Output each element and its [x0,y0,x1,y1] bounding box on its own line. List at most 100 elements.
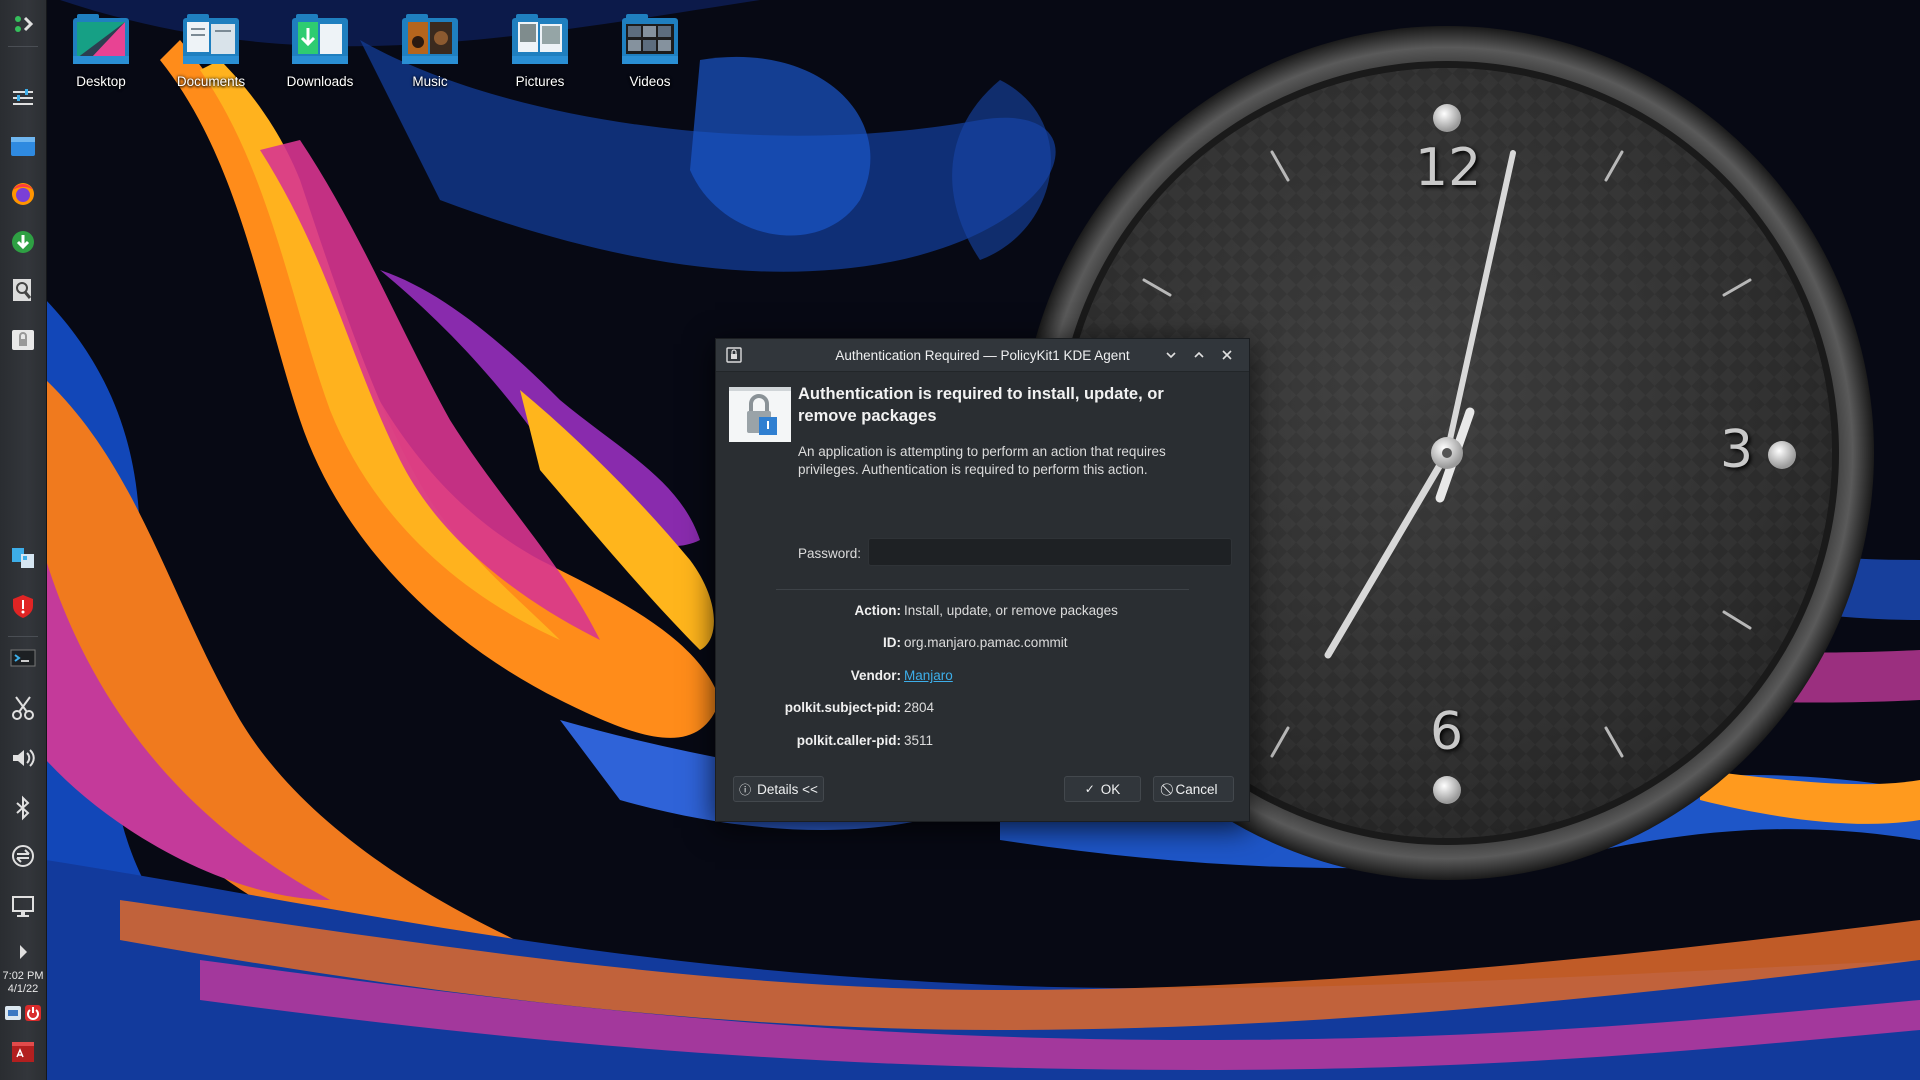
desktop-icon-label: Desktop [76,74,126,89]
detail-row-id: ID: org.manjaro.pamac.commit [716,635,1249,655]
clock-numeral-6: 6 [1430,702,1464,762]
volume-icon [13,749,35,767]
panel-separator [8,636,38,637]
details-button-label: Details << [757,781,818,797]
kde-connect-icon [12,548,34,568]
desktop-icon-music[interactable]: Music [382,12,478,89]
panel-volume[interactable] [5,740,41,776]
desktop-icon-label: Pictures [515,74,565,89]
desktop-icon-desktop[interactable]: Desktop [53,12,149,89]
scissors-icon [12,696,34,720]
dialog-titlebar[interactable]: Authentication Required — PolicyKit1 KDE… [716,339,1249,372]
panel-file-manager[interactable] [5,128,41,164]
panel-settings-button[interactable] [5,80,41,116]
panel-software-update[interactable] [5,224,41,260]
firefox-icon [12,183,34,205]
checkmark-icon: ✓ [1084,782,1095,796]
panel-expand-tray[interactable] [5,934,41,970]
panel-kde-connect[interactable] [5,540,41,576]
display-icon [12,896,34,917]
detail-value: Install, update, or remove packages [904,603,1118,618]
detail-value: 3511 [904,733,934,748]
vendor-link[interactable]: Manjaro [904,668,953,683]
detail-row-caller-pid: polkit.caller-pid: 3511 [716,733,1249,753]
info-icon: ⓘ [739,782,752,797]
panel-firefox[interactable] [5,176,41,212]
detail-value: org.manjaro.pamac.commit [904,635,1068,650]
security-shield-icon [13,595,33,618]
clock-numeral-3: 3 [1720,420,1754,480]
cancel-button-label: Cancel [1175,781,1218,797]
desktop-icon-label: Documents [176,74,246,89]
close-icon [1222,350,1232,360]
folder-downloads-icon [290,12,350,66]
password-label: Password: [798,546,862,561]
dialog-description: An application is attempting to perform … [798,444,1166,477]
ok-button-label: OK [1100,781,1121,797]
detail-key: Action: [854,603,902,618]
panel-network[interactable] [5,838,41,874]
password-field[interactable] [868,538,1232,566]
details-toggle-button[interactable]: ⓘ Details << [733,776,824,802]
folder-music-icon [400,12,460,66]
software-update-icon [12,231,34,253]
panel-digital-clock[interactable]: 7:02 PM 4/1/22 [0,970,46,996]
panel-display[interactable] [5,888,41,924]
lock-icon [729,387,791,442]
maximize-button[interactable] [1190,346,1208,364]
desktop-icon-pictures[interactable]: Pictures [492,12,588,89]
close-button[interactable] [1218,346,1236,364]
panel-separator [8,46,38,47]
minimize-button[interactable] [1162,346,1180,364]
expand-arrow-icon [20,945,27,959]
panel-tray-item[interactable] [4,1004,22,1022]
lock-icon [12,330,34,350]
folder-desktop-icon [71,12,131,66]
details-separator [776,589,1189,590]
desktop-icon-label: Videos [629,74,671,89]
chevron-down-icon [1166,352,1176,359]
detail-row-vendor: Vendor: Manjaro [716,668,1249,688]
power-icon [25,1005,41,1021]
detail-value: 2804 [904,700,935,715]
panel-power[interactable] [24,1004,42,1022]
panel-security[interactable] [5,588,41,624]
detail-key: polkit.caller-pid: [796,733,901,748]
polkit-auth-dialog: Authentication Required — PolicyKit1 KDE… [715,338,1250,822]
panel-bluetooth[interactable] [5,790,41,826]
detail-key: ID: [883,635,901,650]
panel-text-editor[interactable] [5,1034,41,1070]
network-icon [12,845,34,867]
text-editor-icon [12,1042,34,1062]
panel-screenshot[interactable] [5,690,41,726]
settings-icon [13,89,33,105]
detail-row-action: Action: Install, update, or remove packa… [716,603,1249,623]
dialog-heading: Authentication is required to install, u… [798,385,1164,425]
panel-date: 4/1/22 [7,983,39,995]
desktop-icon-videos[interactable]: Videos [602,12,698,89]
bluetooth-icon [16,795,30,821]
desktop-icon-label: Music [412,74,448,89]
panel-terminal[interactable] [5,640,41,676]
desktop-icon-documents[interactable]: Documents [163,12,259,89]
terminal-icon [10,649,36,667]
detail-row-subject-pid: polkit.subject-pid: 2804 [716,700,1249,720]
folder-pictures-icon [510,12,570,66]
detail-key: Vendor: [850,668,901,683]
file-manager-icon [11,137,35,156]
panel-lock[interactable] [5,322,41,358]
desktop-icon-downloads[interactable]: Downloads [272,12,368,89]
left-panel: 7:02 PM 4/1/22 [0,0,47,1080]
ok-button[interactable]: ✓ OK [1064,776,1141,802]
application-launcher-icon [15,16,34,32]
folder-documents-icon [181,12,241,66]
search-icon [13,279,32,301]
tray-icon [5,1006,21,1020]
application-launcher[interactable] [5,6,41,42]
clock-numeral-12: 12 [1415,138,1482,198]
desktop-icon-label: Downloads [286,74,354,89]
panel-time: 7:02 PM [2,970,44,982]
panel-search[interactable] [5,272,41,308]
folder-videos-icon [620,12,680,66]
cancel-button[interactable]: ⃠ Cancel [1153,776,1234,802]
